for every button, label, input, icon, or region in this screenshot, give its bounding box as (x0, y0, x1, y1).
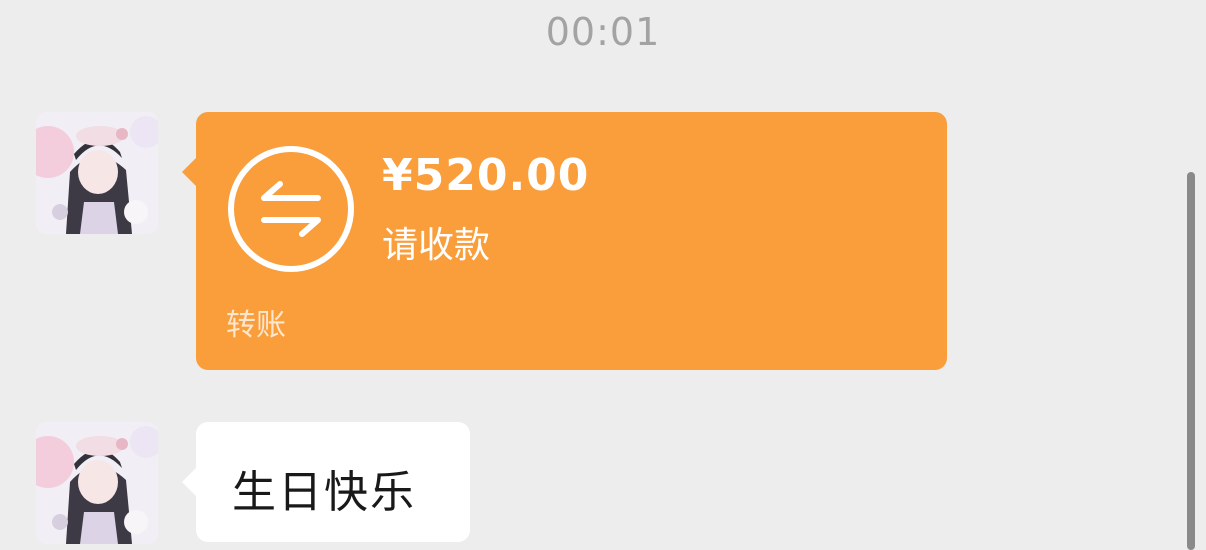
transfer-card[interactable]: ¥520.00 请收款 转账 (196, 112, 947, 370)
transfer-footer-label: 转账 (226, 308, 286, 343)
avatar-image (36, 422, 158, 544)
avatar-image (36, 112, 158, 234)
transfer-status: 请收款 (382, 225, 491, 266)
message-timestamp: 00:01 (545, 10, 661, 54)
transfer-arrows-icon (226, 144, 356, 274)
transfer-amount: ¥520.00 (382, 150, 590, 201)
contact-avatar[interactable] (36, 422, 158, 544)
text-message-bubble[interactable]: 生日快乐 (196, 422, 470, 542)
contact-avatar[interactable] (36, 112, 158, 234)
transfer-bubble-tail (182, 158, 196, 186)
scrollbar[interactable] (1187, 172, 1195, 550)
message-text: 生日快乐 (232, 467, 416, 518)
text-bubble-tail (182, 468, 196, 496)
